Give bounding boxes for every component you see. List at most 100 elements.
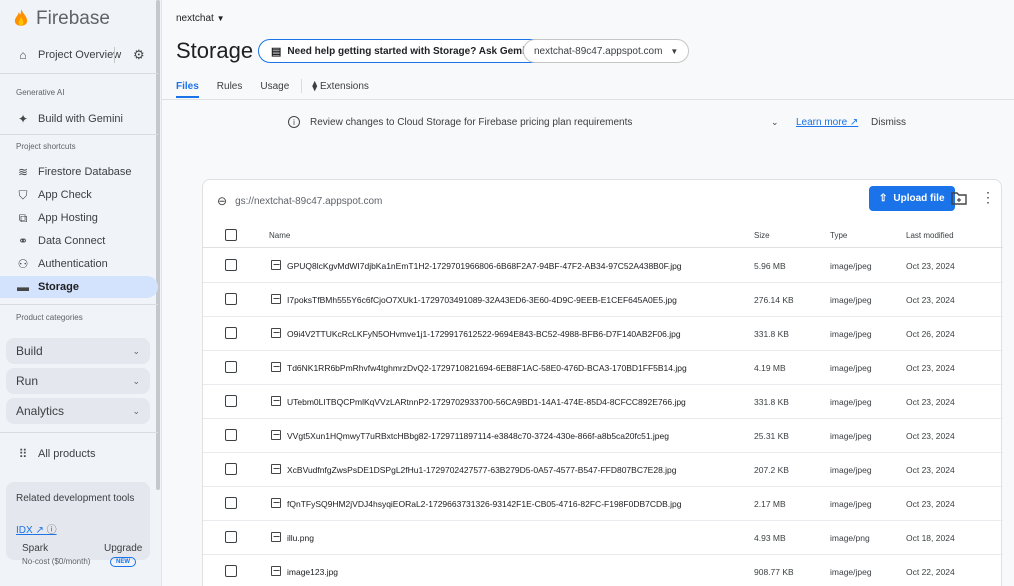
row-checkbox[interactable] [225,361,237,373]
category-build[interactable]: Build ⌄ [6,338,150,364]
hosting-icon: ⧉ [18,210,28,225]
file-name[interactable]: Td6NK1RR6bPmRhvfw4tghmrzDvQ2-17297108216… [287,363,687,373]
bucket-selector[interactable]: nextchat-89c47.appspot.com ▼ [523,39,690,63]
row-checkbox[interactable] [225,497,237,509]
row-checkbox[interactable] [225,531,237,543]
grid-icon: ⠿ [18,447,28,461]
tab-rules[interactable]: Rules [217,81,243,92]
table-row[interactable]: O9i4V2TTUKcRcLKFyN5OHvmve1j1-17299176125… [203,317,1003,351]
bucket-path: ⊖ gs://nextchat-89c47.appspot.com [217,194,382,208]
sidebar-item-firestore[interactable]: ≋ Firestore Database [0,161,158,183]
file-type: image/jpeg [830,261,872,271]
category-run[interactable]: Run ⌄ [6,368,150,394]
image-file-icon [271,260,281,270]
page-title: Storage [176,38,254,63]
file-modified: Oct 23, 2024 [906,261,955,271]
file-name[interactable]: GPUQ8lcKgvMdWI7djbKa1nEmT1H2-17297019668… [287,261,682,271]
tab-extensions[interactable]: ⧫ Extensions [312,81,369,92]
file-modified: Oct 26, 2024 [906,329,955,339]
sidebar-item-app-hosting[interactable]: ⧉ App Hosting [0,207,158,229]
table-row[interactable]: Td6NK1RR6bPmRhvfw4tghmrzDvQ2-17297108216… [203,351,1003,385]
chevron-down-icon[interactable]: ⌄ [771,117,779,128]
image-file-icon [271,362,281,372]
upgrade-button[interactable]: Upgrade [104,543,142,554]
sidebar-item-app-check[interactable]: ⛉ App Check [0,184,158,206]
file-type: image/jpeg [830,499,872,509]
sidebar-item-data-connect[interactable]: ⚭ Data Connect [0,230,158,252]
gear-icon[interactable]: ⚙ [133,47,145,63]
divider [301,79,303,93]
table-row[interactable]: UTebm0LITBQCPmlKqVVzLARtnnP2-17297029337… [203,385,1003,419]
firebase-logo[interactable]: Firebase [14,8,110,30]
file-name[interactable]: illu.png [287,533,314,543]
row-checkbox[interactable] [225,463,237,475]
column-size[interactable]: Size [754,231,770,240]
file-modified: Oct 22, 2024 [906,567,955,577]
file-name[interactable]: UTebm0LITBQCPmlKqVVzLARtnnP2-17297029337… [287,397,686,407]
file-size: 4.19 MB [754,363,786,373]
file-name[interactable]: image123.jpg [287,567,338,577]
learn-more-link[interactable]: Learn more ↗ [796,117,858,128]
divider [162,99,1014,100]
row-checkbox[interactable] [225,259,237,271]
row-checkbox[interactable] [225,565,237,577]
category-analytics[interactable]: Analytics ⌄ [6,398,150,424]
row-checkbox[interactable] [225,293,237,305]
caret-down-icon: ▼ [670,46,679,56]
project-overview-label: Project Overview [38,49,122,61]
ask-gemini-button[interactable]: ▤ Need help getting started with Storage… [258,39,547,63]
ask-gemini-label: Need help getting started with Storage? … [287,45,534,57]
category-label: Analytics [16,404,65,418]
divider [0,304,158,305]
dismiss-button[interactable]: Dismiss [871,117,906,128]
sidebar-item-build-with-gemini[interactable]: ✦ Build with Gemini [0,108,158,130]
tab-usage[interactable]: Usage [260,81,289,92]
row-checkbox[interactable] [225,429,237,441]
sparkle-icon: ✦ [17,112,29,126]
row-checkbox[interactable] [225,395,237,407]
file-name[interactable]: I7poksTfBMh555Y6c6fCjoO7XUk1-17297034910… [287,295,677,305]
table-row[interactable]: image123.jpg 908.77 KB image/jpeg Oct 22… [203,555,1003,586]
column-name[interactable]: Name [269,231,290,240]
table-header: Name Size Type Last modified [203,222,1003,248]
firebase-flame-icon [14,9,28,26]
file-name[interactable]: fQnTFySQ9HM2jVDJ4hsyqiEORaL2-17296637313… [287,499,682,509]
caption-project-shortcuts: Project shortcuts [16,142,76,151]
upload-file-button[interactable]: ⇧ Upload file [869,186,955,211]
info-icon: i [288,116,300,128]
file-modified: Oct 23, 2024 [906,465,955,475]
tab-files[interactable]: Files [176,81,199,98]
all-products[interactable]: ⠿ All products [0,443,158,465]
project-overview[interactable]: ⌂ Project Overview ⚙ [0,44,158,66]
column-last-modified[interactable]: Last modified [906,231,954,240]
file-size: 908.77 KB [754,567,794,577]
row-checkbox[interactable] [225,327,237,339]
select-all-checkbox[interactable] [225,229,237,241]
file-size: 331.8 KB [754,397,789,407]
table-row[interactable]: illu.png 4.93 MB image/png Oct 18, 2024 [203,521,1003,555]
column-type[interactable]: Type [830,231,847,240]
main-content: nextchat ▼ Storage ▤ Need help getting s… [162,0,1014,586]
sidebar-item-label: Firestore Database [38,166,132,178]
sidebar-item-authentication[interactable]: ⚇ Authentication [0,253,158,275]
pricing-banner: i Review changes to Cloud Storage for Fi… [288,113,908,131]
table-row[interactable]: I7poksTfBMh555Y6c6fCjoO7XUk1-17297034910… [203,283,1003,317]
sidebar-item-storage[interactable]: ▬ Storage [0,276,158,298]
bucket-path-text: gs://nextchat-89c47.appspot.com [235,195,383,207]
table-row[interactable]: GPUQ8lcKgvMdWI7djbKa1nEmT1H2-17297019668… [203,249,1003,283]
table-row[interactable]: fQnTFySQ9HM2jVDJ4hsyqiEORaL2-17296637313… [203,487,1003,521]
upload-label: Upload file [893,193,945,204]
more-options-icon[interactable]: ⋮ [981,190,995,204]
file-name[interactable]: VVgt5Xun1HQmwyT7uRBxtcHBbg82-17297118971… [287,431,669,441]
idx-link[interactable]: IDX ↗ ⓘ [16,521,57,536]
new-folder-icon[interactable] [951,191,967,205]
file-name[interactable]: XcBVudfnfgZwsPsDE1DSPgL2fHu1-17297024275… [287,465,677,475]
file-name[interactable]: O9i4V2TTUKcRcLKFyN5OHvmve1j1-17299176125… [287,329,681,339]
file-size: 2.17 MB [754,499,786,509]
help-icon[interactable]: ⓘ [47,525,57,536]
project-selector[interactable]: nextchat ▼ [176,13,225,24]
table-row[interactable]: VVgt5Xun1HQmwyT7uRBxtcHBbg82-17297118971… [203,419,1003,453]
learn-more-label: Learn more [796,116,848,128]
table-row[interactable]: XcBVudfnfgZwsPsDE1DSPgL2fHu1-17297024275… [203,453,1003,487]
file-size: 5.96 MB [754,261,786,271]
